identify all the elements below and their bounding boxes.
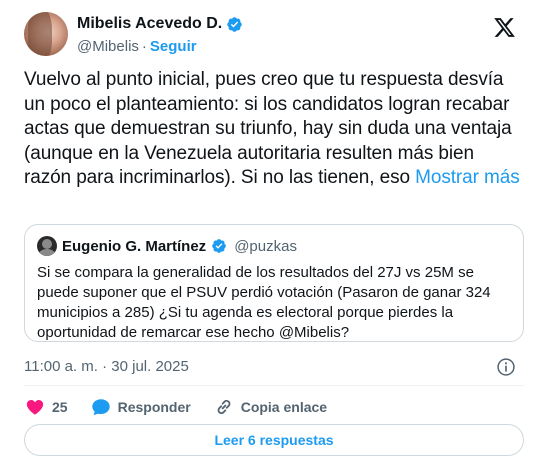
read-replies-button[interactable]: Leer 6 respuestas — [24, 424, 524, 456]
show-more-link[interactable]: Mostrar más — [415, 167, 520, 188]
link-icon — [217, 399, 231, 415]
reply-button[interactable]: Responder — [90, 396, 191, 418]
action-bar: 25 Responder Copia enlace — [24, 394, 349, 420]
author-display-name[interactable]: Mibelis Acevedo D. — [77, 15, 222, 33]
follow-button[interactable]: Seguir — [150, 38, 197, 55]
reply-label: Responder — [117, 399, 191, 415]
author-handle-row: @Mibelis · Seguir — [77, 38, 197, 55]
like-button[interactable]: 25 — [24, 396, 68, 418]
separator-dot: · — [141, 38, 147, 55]
verified-badge-icon — [227, 16, 242, 32]
verified-badge-icon — [212, 239, 227, 253]
copy-link-button[interactable]: Copia enlace — [213, 396, 327, 418]
quoted-tweet-text: Si se compara la generalidad de los resu… — [37, 264, 491, 341]
x-logo-icon[interactable] — [493, 16, 516, 39]
tweet-embed-card: Mibelis Acevedo D. @Mibelis · Seguir Vuelv… — [8, 0, 532, 460]
author-name-row: Mibelis Acevedo D. — [77, 15, 243, 33]
quoted-author-handle: @puzkas — [234, 237, 297, 255]
quoted-author-avatar — [37, 236, 57, 256]
tweet-text: Vuelvo al punto inicial, pues creo que t… — [24, 68, 524, 191]
divider — [24, 385, 524, 386]
author-handle[interactable]: @Mibelis — [77, 38, 139, 55]
heart-icon — [26, 399, 44, 415]
reply-bubble-icon — [91, 399, 110, 416]
copy-link-label: Copia enlace — [240, 399, 328, 415]
quoted-tweet-header: Eugenio G. Martínez @puzkas — [37, 236, 297, 256]
author-avatar[interactable] — [24, 12, 68, 56]
quoted-tweet[interactable]: Eugenio G. Martínez @puzkas Si se compar… — [24, 224, 524, 342]
quoted-author-name: Eugenio G. Martínez — [62, 237, 207, 255]
info-icon[interactable] — [496, 357, 516, 377]
tweet-timestamp[interactable]: 11:00 a. m. · 30 jul. 2025 — [24, 358, 189, 375]
like-count: 25 — [52, 399, 68, 415]
